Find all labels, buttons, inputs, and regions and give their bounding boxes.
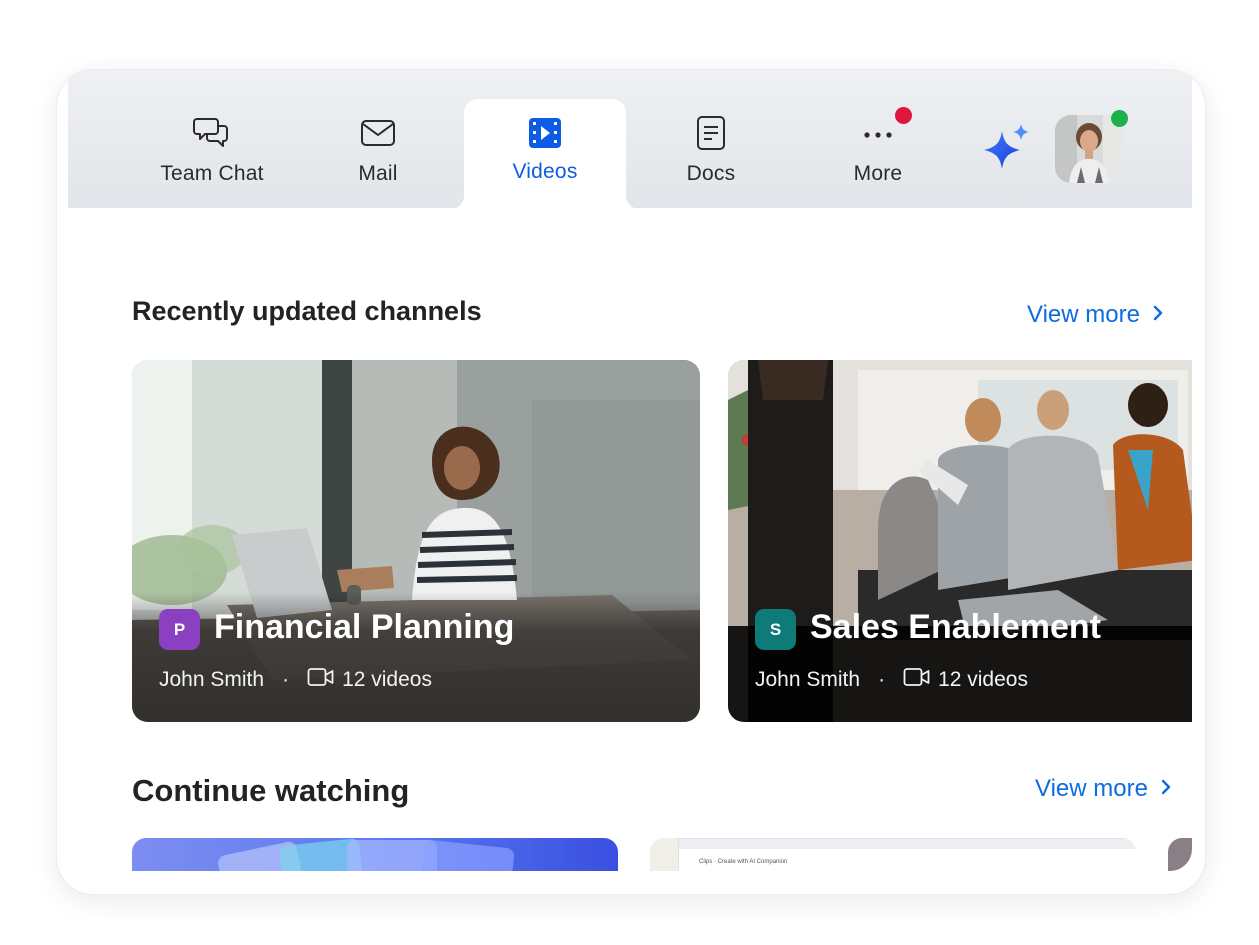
continue-watching-thumbnail[interactable]: Clips · Create with AI Companion <box>650 838 1136 871</box>
video-count: 12 videos <box>342 668 432 691</box>
screenshot-preview: Clips · Create with AI Companion <box>678 838 1136 871</box>
app-window: Team Chat Mail Videos Docs More Recently… <box>57 70 1205 894</box>
preview-caption: Clips · Create with AI Companion <box>699 859 788 865</box>
document-icon <box>692 114 730 157</box>
channel-card-sales-enablement[interactable]: S Sales Enablement John Smith · 12 video… <box>728 360 1192 722</box>
video-count: 12 videos <box>938 668 1028 691</box>
tab-label: Team Chat <box>160 162 264 185</box>
view-more-label: View more <box>1027 301 1140 328</box>
tab-label: Docs <box>686 162 736 185</box>
chat-bubbles-icon <box>193 114 231 157</box>
app-screen: Team Chat Mail Videos Docs More Recently… <box>68 70 1192 871</box>
video-camera-icon <box>307 667 342 693</box>
chevron-right-icon <box>1152 301 1164 329</box>
channel-card-financial-planning[interactable]: P Financial Planning John Smith · 12 vid… <box>132 360 700 722</box>
view-more-label: View more <box>1035 775 1148 802</box>
continue-watching-thumbnail[interactable] <box>132 838 618 871</box>
continue-watching-thumbnail[interactable] <box>1168 838 1192 871</box>
online-status-dot <box>1111 110 1128 127</box>
section-title-continue-watching: Continue watching <box>132 773 410 808</box>
tab-label: Mail <box>358 162 398 185</box>
notification-badge <box>895 107 912 124</box>
channel-meta: John Smith · 12 videos <box>755 667 1028 693</box>
tab-team-chat[interactable]: Team Chat <box>131 99 293 209</box>
view-more-channels-link[interactable]: View more <box>1027 301 1164 329</box>
preview-toolbar <box>679 839 1136 849</box>
avatar[interactable] <box>1055 115 1123 183</box>
video-camera-icon <box>903 667 938 693</box>
video-clip-icon <box>526 114 564 157</box>
channel-initial-badge: P <box>159 609 200 650</box>
ai-sparkle-icon <box>980 124 1032 179</box>
tab-videos[interactable]: Videos <box>450 99 640 209</box>
chevron-right-icon <box>1160 775 1172 803</box>
channel-initial-badge: S <box>755 609 796 650</box>
channel-name: Financial Planning <box>214 608 515 646</box>
tab-docs[interactable]: Docs <box>630 99 792 209</box>
separator-dot: · <box>282 668 290 691</box>
channel-name: Sales Enablement <box>810 608 1102 646</box>
tab-mail[interactable]: Mail <box>297 99 459 209</box>
tab-label: Videos <box>512 160 578 183</box>
top-tab-bar: Team Chat Mail Videos Docs More <box>68 70 1192 209</box>
tab-more[interactable]: More <box>797 99 959 209</box>
view-more-continue-watching-link[interactable]: View more <box>1035 775 1172 803</box>
mail-icon <box>359 114 397 157</box>
separator-dot: · <box>878 668 886 691</box>
more-dots-icon <box>859 114 897 157</box>
channel-meta: John Smith · 12 videos <box>159 667 432 693</box>
section-title-recent-channels: Recently updated channels <box>132 296 482 326</box>
ai-companion-button[interactable] <box>980 123 1032 175</box>
tab-label: More <box>853 162 903 185</box>
channel-owner: John Smith <box>159 668 265 691</box>
channel-owner: John Smith <box>755 668 861 691</box>
